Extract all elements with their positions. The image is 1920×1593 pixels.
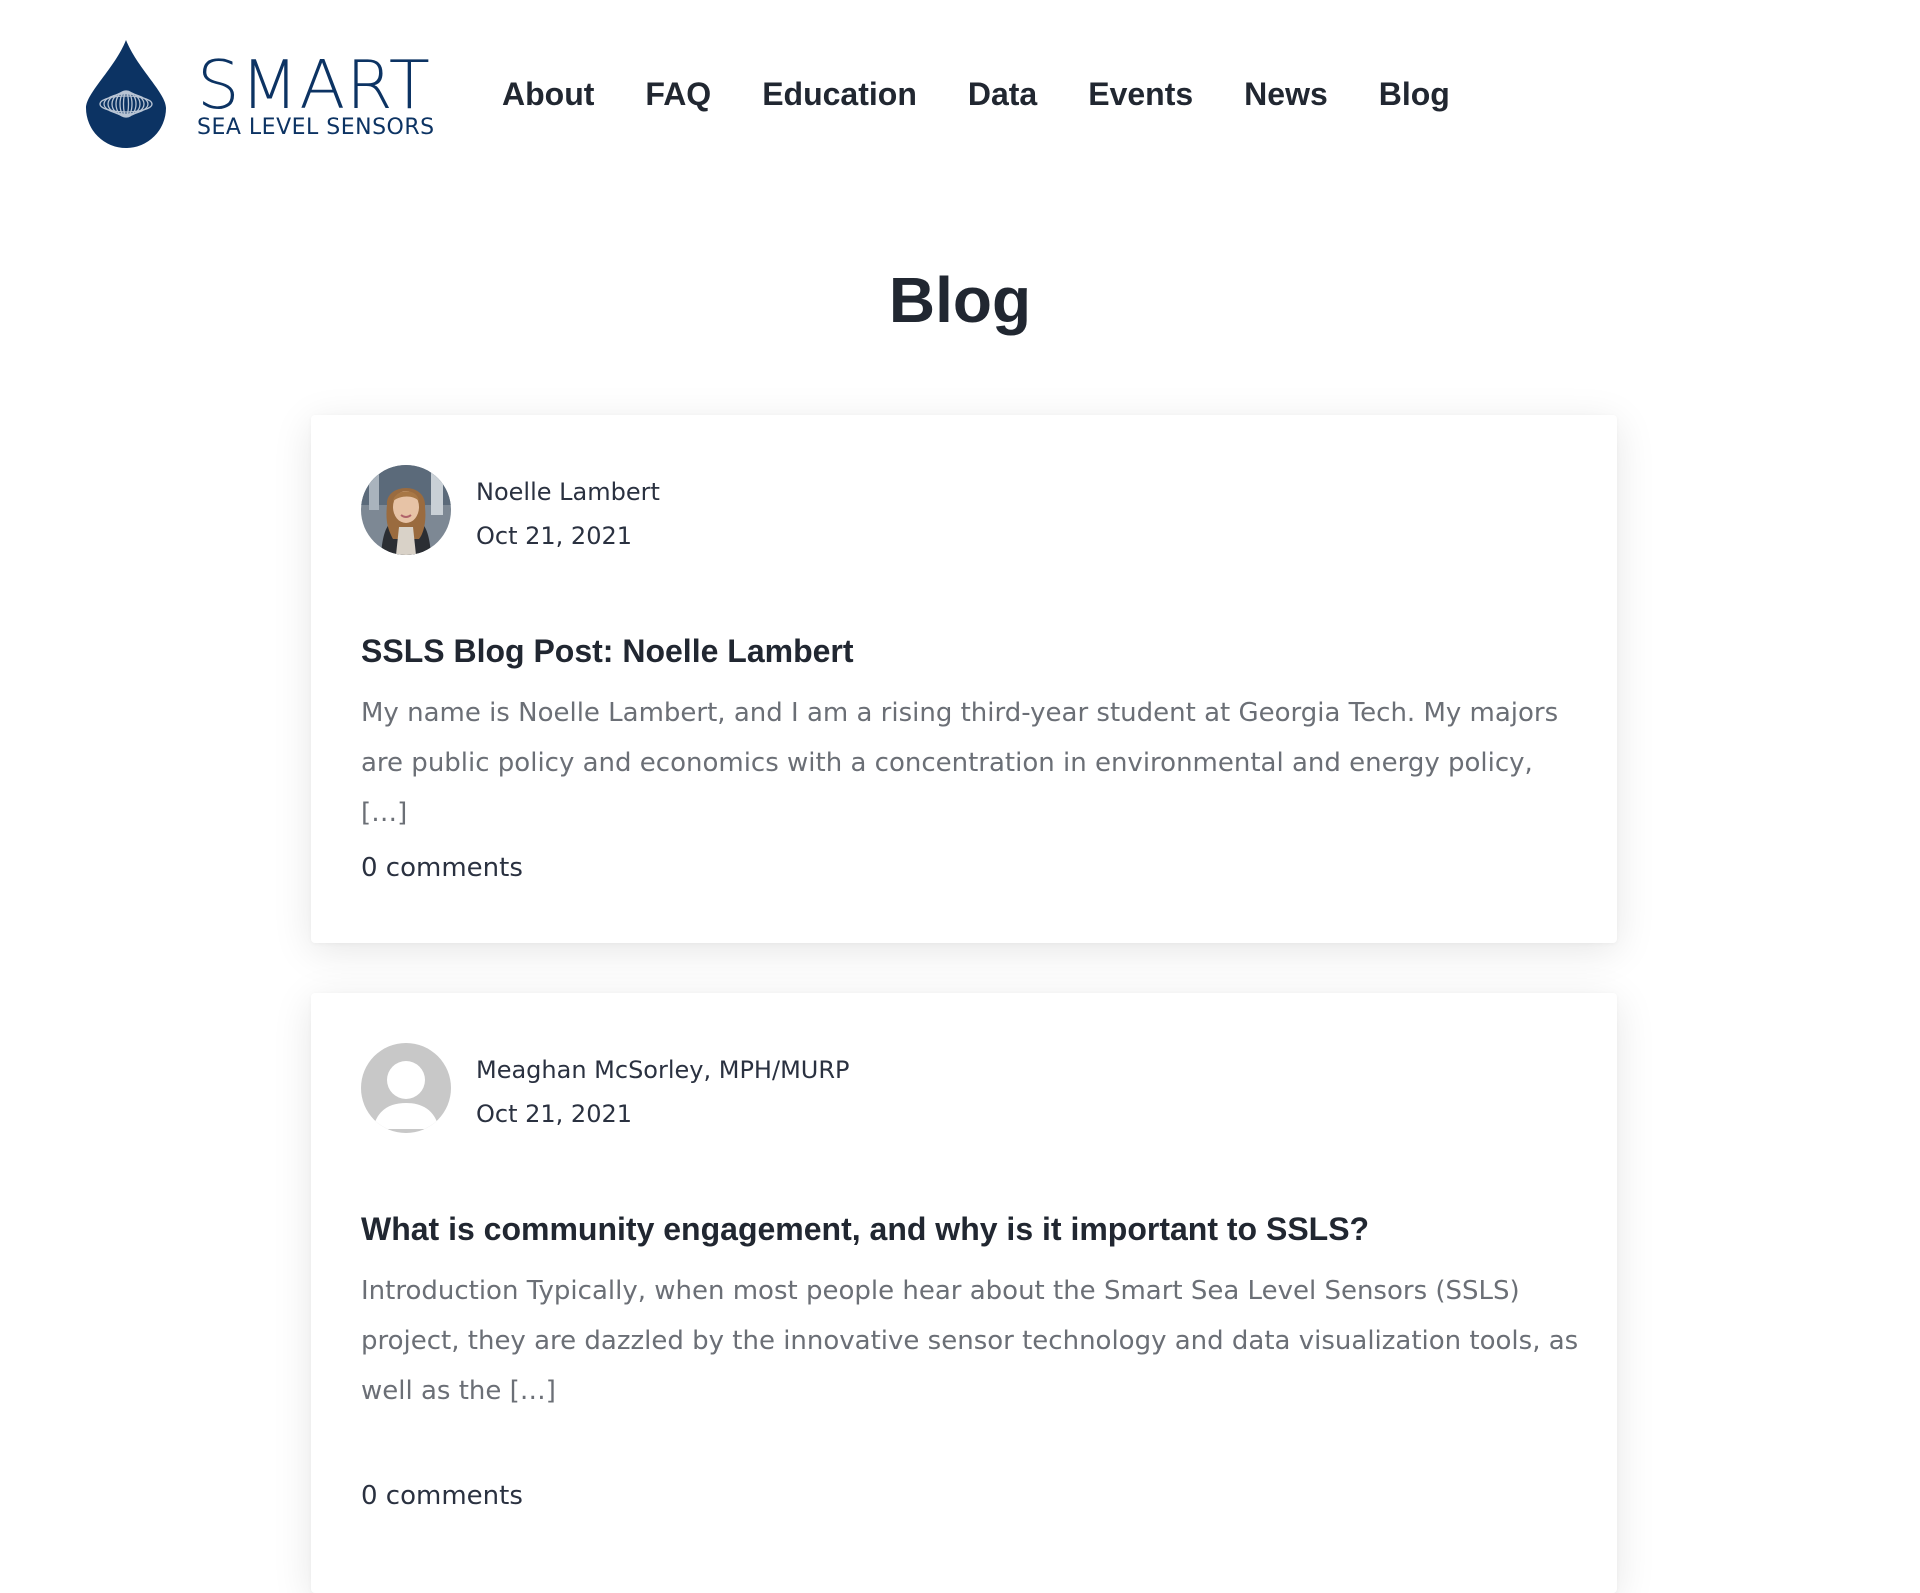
post-excerpt: My name is Noelle Lambert, and I am a ri… — [361, 698, 1559, 828]
main-nav: About FAQ Education Data Events News Blo… — [502, 70, 1501, 118]
author-avatar[interactable] — [361, 465, 451, 555]
nav-item-about[interactable]: About — [502, 70, 594, 118]
nav-item-education[interactable]: Education — [762, 70, 917, 118]
default-user-icon — [361, 1043, 451, 1133]
nav-item-faq[interactable]: FAQ — [645, 70, 711, 118]
page-title: Blog — [888, 264, 1032, 336]
post-date: Oct 21, 2021 — [476, 522, 632, 550]
post-title[interactable]: SSLS Blog Post: Noelle Lambert — [361, 629, 854, 673]
logo-tagline: SEA LEVEL SENSORS — [197, 115, 435, 140]
post-author-row: Noelle Lambert Oct 21, 2021 — [361, 465, 660, 558]
post-excerpt: Introduction Typically, when most people… — [361, 1276, 1579, 1406]
post-date: Oct 21, 2021 — [476, 1100, 632, 1128]
post-comments-link[interactable]: 0 comments — [361, 1476, 523, 1516]
author-meta: Meaghan McSorley, MPH/MURP Oct 21, 2021 — [476, 1048, 850, 1136]
nav-item-data[interactable]: Data — [968, 70, 1037, 118]
post-title[interactable]: What is community engagement, and why is… — [361, 1207, 1369, 1251]
blog-post-card: Noelle Lambert Oct 21, 2021 SSLS Blog Po… — [311, 415, 1617, 943]
author-photo-icon — [361, 465, 451, 555]
author-meta: Noelle Lambert Oct 21, 2021 — [476, 470, 660, 558]
logo-text: SMART SEA LEVEL SENSORS — [197, 46, 435, 140]
post-author-row: Meaghan McSorley, MPH/MURP Oct 21, 2021 — [361, 1043, 850, 1136]
nav-item-news[interactable]: News — [1244, 70, 1328, 118]
nav-item-events[interactable]: Events — [1088, 70, 1193, 118]
site-header: SMART SEA LEVEL SENSORS About FAQ Educat… — [0, 0, 1920, 190]
blog-post-card: Meaghan McSorley, MPH/MURP Oct 21, 2021 … — [311, 993, 1617, 1593]
author-name[interactable]: Noelle Lambert — [476, 470, 660, 514]
water-drop-logo-icon — [86, 40, 166, 148]
author-name[interactable]: Meaghan McSorley, MPH/MURP — [476, 1048, 850, 1092]
logo-wordmark: SMART — [197, 46, 431, 124]
author-avatar[interactable] — [361, 1043, 451, 1133]
site-logo[interactable]: SMART SEA LEVEL SENSORS — [85, 38, 435, 148]
nav-item-blog[interactable]: Blog — [1379, 70, 1450, 118]
post-comments-link[interactable]: 0 comments — [361, 848, 523, 888]
